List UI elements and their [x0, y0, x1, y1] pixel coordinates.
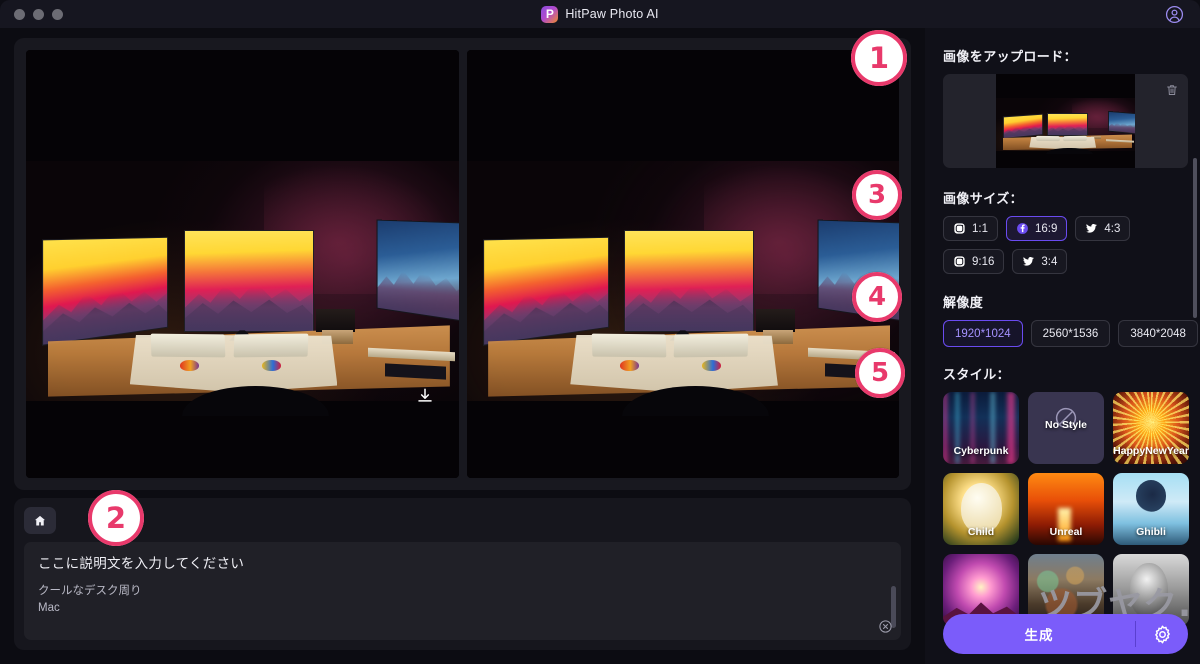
- aspect-chip-3-4[interactable]: 3:4: [1012, 249, 1068, 274]
- resolution-chip-group: 1920*1024 2560*1536 3840*2048: [943, 320, 1198, 347]
- aspect-chip-1-1[interactable]: 1:1: [943, 216, 998, 241]
- prompt-bar: ここに説明文を入力してください クールなデスク周り Mac: [14, 498, 911, 650]
- facebook-icon: [1017, 223, 1028, 234]
- style-card-label: HappyNewYear: [1113, 445, 1189, 457]
- window-controls: [14, 8, 63, 20]
- annotation-marker-2: 2: [88, 490, 144, 546]
- prompt-line-1: クールなデスク周り: [38, 585, 142, 597]
- style-label: スタイル：: [943, 367, 1011, 382]
- annotation-marker-3: 3: [852, 170, 902, 220]
- style-card-ghibli[interactable]: Ghibli: [1113, 473, 1189, 545]
- aspect-chip-label: 16:9: [1035, 222, 1058, 235]
- upload-section-label: 画像をアップロード：: [943, 49, 1078, 64]
- resolution-label: 解像度: [943, 295, 984, 310]
- resolution-chip-2[interactable]: 3840*2048: [1118, 320, 1198, 347]
- preview-area: [14, 38, 911, 490]
- annotation-label: 2: [88, 490, 144, 546]
- close-button[interactable]: [14, 8, 25, 20]
- minimize-button[interactable]: [33, 8, 44, 20]
- window-titlebar: P HitPaw Photo AI: [0, 0, 1200, 28]
- style-card-happynewyear[interactable]: HappyNewYear: [1113, 392, 1189, 464]
- prompt-line-2: Mac: [38, 602, 60, 614]
- instagram-icon: [954, 256, 965, 267]
- aspect-chip-4-3[interactable]: 4:3: [1075, 216, 1131, 241]
- annotation-label: 5: [855, 348, 905, 398]
- style-card-label: Ghibli: [1136, 526, 1166, 538]
- annotation-label: 1: [851, 30, 907, 86]
- resolution-chip-1[interactable]: 2560*1536: [1030, 320, 1111, 347]
- annotation-label: 3: [852, 170, 902, 220]
- generate-bar: 生成: [943, 614, 1188, 654]
- aspect-chip-16-9[interactable]: 16:9: [1006, 216, 1068, 241]
- annotation-marker-4: 4: [852, 272, 902, 322]
- style-card-label: Child: [967, 526, 995, 538]
- generate-button[interactable]: 生成: [943, 614, 1135, 654]
- uploaded-image-thumbnail[interactable]: [996, 74, 1135, 168]
- settings-sidebar: 画像をアップロード： 画像サイズ： 1:1 16:9 4:3 9:16 3:4 …: [925, 28, 1200, 664]
- annotation-marker-5: 5: [855, 348, 905, 398]
- twitter-icon: [1086, 224, 1098, 233]
- style-card-label: Unreal: [1049, 526, 1083, 538]
- aspect-chip-label: 1:1: [972, 222, 988, 235]
- aspect-chip-9-16[interactable]: 9:16: [943, 249, 1005, 274]
- close-circle-icon[interactable]: [878, 619, 893, 634]
- trash-icon[interactable]: [1165, 83, 1179, 97]
- main-workspace: ここに説明文を入力してください クールなデスク周り Mac: [0, 28, 925, 664]
- sidebar-scrollbar[interactable]: [1193, 158, 1197, 318]
- user-circle-icon[interactable]: [1165, 5, 1184, 24]
- desk-setup-artwork-generated: [466, 50, 899, 478]
- style-card-unreal[interactable]: Unreal: [1028, 473, 1104, 545]
- home-button[interactable]: [24, 507, 56, 534]
- annotation-label: 4: [852, 272, 902, 322]
- prompt-placeholder: ここに説明文を入力してください: [38, 556, 245, 571]
- aspect-chip-label: 3:4: [1041, 255, 1058, 268]
- titlebar-center: P HitPaw Photo AI: [0, 5, 1200, 23]
- aspect-chip-label: 9:16: [972, 255, 995, 268]
- app-logo-icon: P: [541, 5, 559, 23]
- gear-icon[interactable]: [1136, 614, 1188, 654]
- original-preview[interactable]: [26, 50, 459, 478]
- image-size-label: 画像サイズ：: [943, 191, 1024, 206]
- prompt-textarea[interactable]: ここに説明文を入力してください クールなデスク周り Mac: [24, 542, 901, 640]
- download-icon[interactable]: [416, 387, 434, 405]
- style-card-label: Cyberpunk: [953, 445, 1009, 457]
- generated-preview[interactable]: [466, 50, 899, 478]
- annotation-marker-1: 1: [851, 30, 907, 86]
- style-card-child[interactable]: Child: [943, 473, 1019, 545]
- app-window: P HitPaw Photo AI ここに説明文を入力してください クールなデス…: [0, 0, 1200, 664]
- app-title: HitPaw Photo AI: [565, 7, 659, 21]
- aspect-ratio-chip-group: 1:1 16:9 4:3 9:16 3:4: [943, 216, 1182, 274]
- style-card-cyberpunk[interactable]: Cyberpunk: [943, 392, 1019, 464]
- instagram-icon: [954, 223, 965, 234]
- style-card-label: No Style: [1044, 418, 1087, 431]
- upload-dropzone[interactable]: [943, 74, 1188, 168]
- maximize-button[interactable]: [52, 8, 63, 20]
- aspect-chip-label: 4:3: [1104, 222, 1121, 235]
- desk-setup-artwork: [26, 50, 459, 478]
- twitter-icon: [1023, 257, 1035, 266]
- style-card-no-style[interactable]: No Style: [1028, 392, 1104, 464]
- resolution-chip-0[interactable]: 1920*1024: [943, 320, 1023, 347]
